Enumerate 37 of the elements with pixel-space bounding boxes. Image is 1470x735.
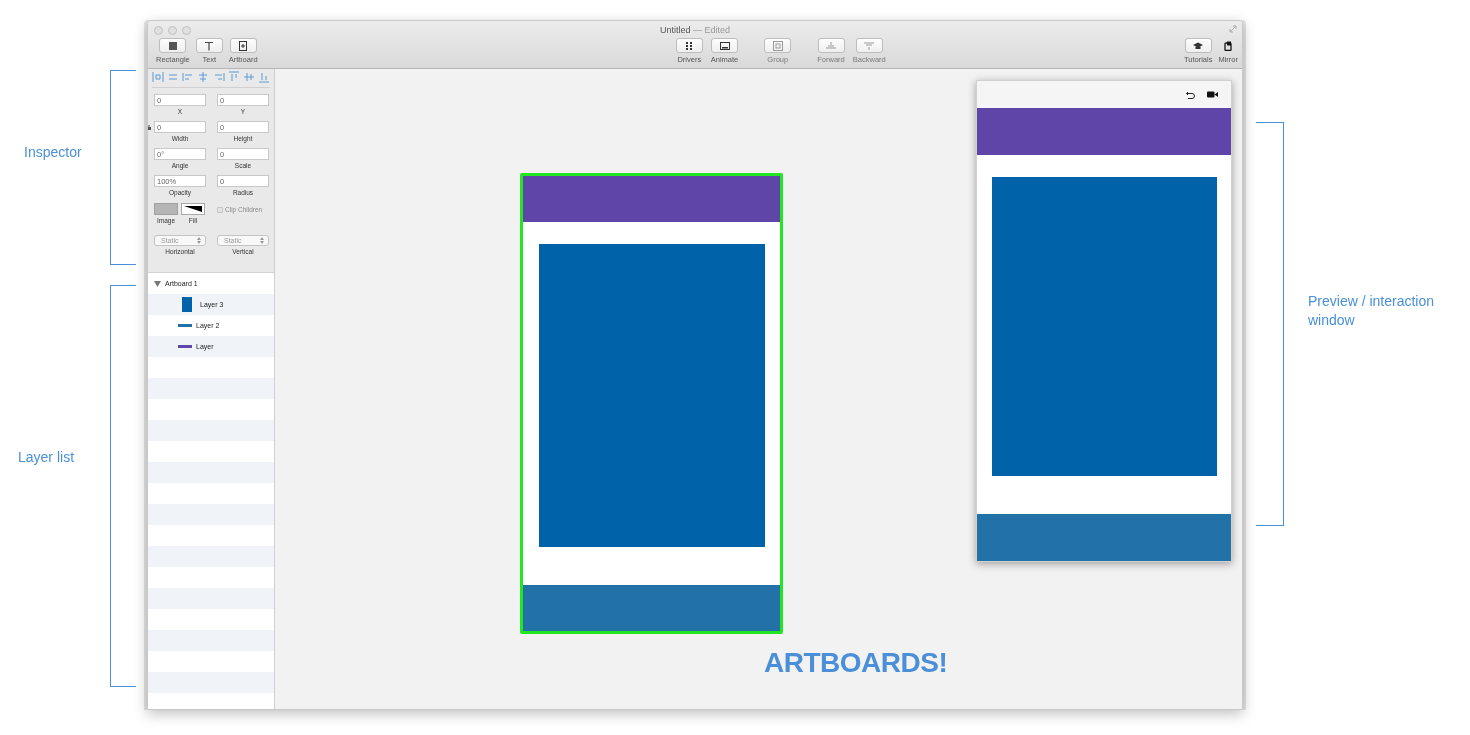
annotation-label: Preview / interaction window — [1308, 292, 1436, 330]
align-icon[interactable] — [212, 71, 225, 83]
artboard[interactable] — [520, 173, 783, 634]
graduation-cap-icon — [1193, 40, 1204, 51]
align-icon[interactable] — [242, 71, 255, 83]
image-swatch[interactable] — [154, 203, 178, 215]
toolbar-button[interactable] — [711, 38, 738, 53]
toolbar-button[interactable] — [675, 38, 703, 53]
layers-down-icon — [864, 40, 875, 51]
annotation-label: Layer list — [18, 449, 75, 465]
video-camera-icon[interactable] — [1207, 91, 1218, 98]
align-icon[interactable] — [182, 71, 195, 83]
caption-text: ARTBOARDS! — [764, 647, 948, 679]
fullscreen-icon[interactable] — [1229, 25, 1237, 33]
toolbar-button[interactable] — [229, 38, 257, 53]
align-icon[interactable] — [167, 71, 180, 83]
align-icon[interactable] — [227, 71, 240, 83]
updown-icon — [260, 237, 264, 244]
toolbar-button[interactable] — [1184, 38, 1212, 53]
group-icon — [772, 40, 783, 51]
align-icon[interactable] — [258, 71, 270, 83]
toolbar-button[interactable] — [159, 38, 187, 53]
align-icon[interactable] — [197, 71, 210, 83]
fill-swatch[interactable] — [181, 203, 205, 215]
align-icon[interactable] — [152, 71, 164, 83]
text-icon — [204, 40, 215, 51]
phone-icon[interactable] — [1223, 40, 1234, 51]
annotation-label: Inspector — [24, 144, 82, 160]
window-title: Untitled — Edited — [659, 25, 731, 35]
dots-icon — [684, 40, 695, 51]
artboard-icon — [238, 40, 249, 51]
square-icon — [167, 40, 178, 51]
screen-icon — [719, 40, 730, 51]
updown-icon — [197, 237, 201, 244]
layers-up-icon — [826, 40, 837, 51]
disclosure-triangle-icon[interactable] — [154, 280, 161, 287]
undo-icon[interactable] — [1186, 90, 1195, 99]
